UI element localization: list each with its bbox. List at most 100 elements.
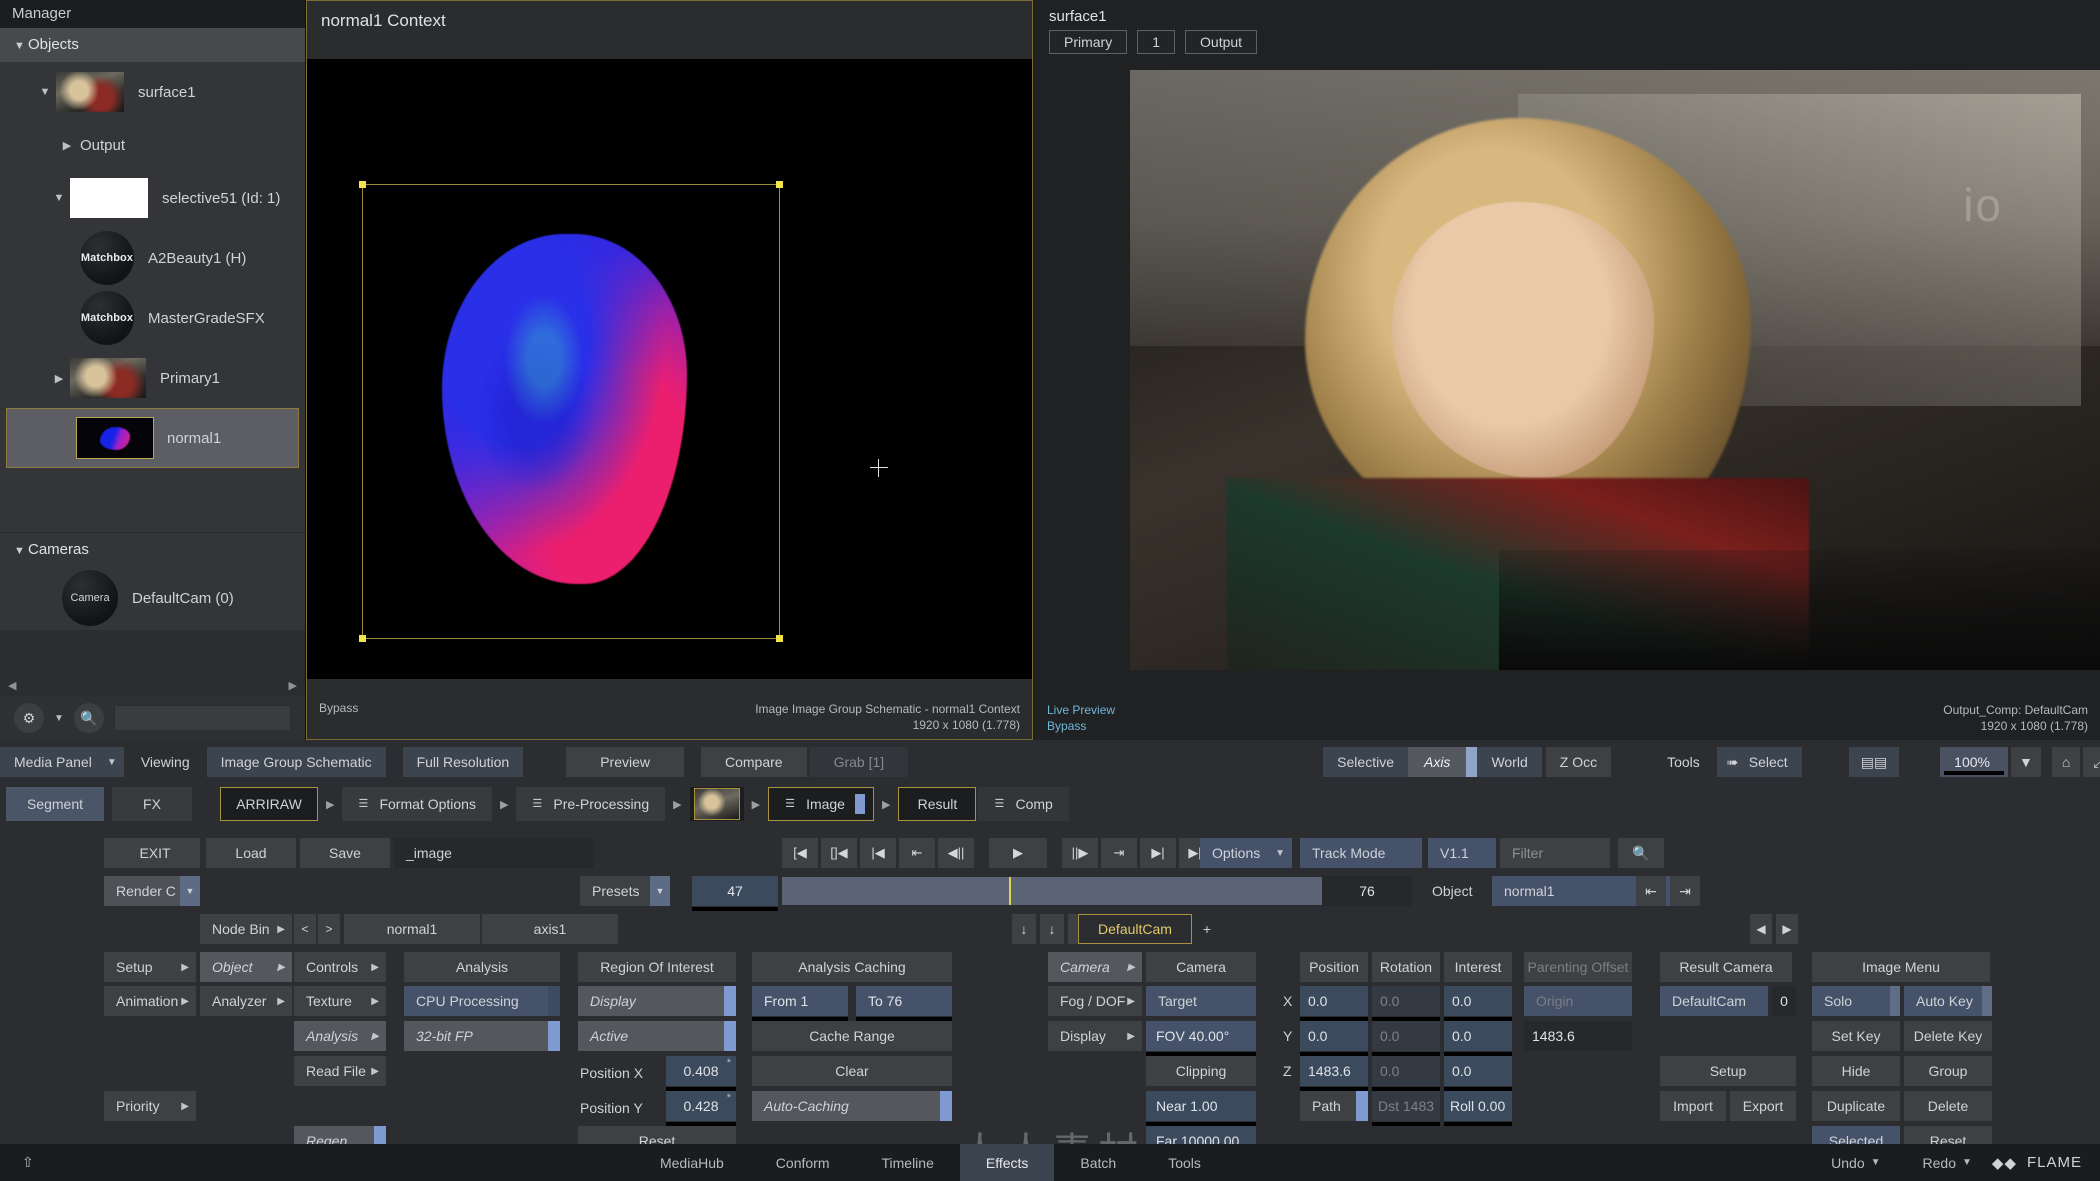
tree-item-output[interactable]: ▶ Output (0, 122, 305, 168)
axis-button[interactable]: Axis (1407, 747, 1467, 777)
search-icon[interactable]: 🔍 (1618, 838, 1664, 868)
version-field[interactable]: V1.1 (1428, 838, 1496, 868)
tree-item-a2beauty1[interactable]: Matchbox A2Beauty1 (H) (0, 228, 305, 288)
cache-clear-button[interactable]: Clear (752, 1056, 952, 1086)
camera-target-button[interactable]: Target (1146, 986, 1256, 1016)
parenting-value-field[interactable]: 1483.6 (1524, 1021, 1632, 1051)
search-icon[interactable]: 🔍 (73, 703, 104, 733)
roll-field[interactable]: Roll 0.00 (1444, 1091, 1512, 1126)
camera-menu[interactable]: Camera ▶ (1048, 952, 1142, 982)
prev-node-button[interactable]: < (294, 914, 316, 944)
z-occ-button[interactable]: Z Occ (1545, 747, 1612, 777)
rotation-y-value[interactable]: 0.0 (1372, 1021, 1440, 1056)
result-camera-setup-button[interactable]: Setup (1660, 1056, 1796, 1086)
chevron-down-icon[interactable]: ▼ (34, 86, 56, 98)
parenting-origin-button[interactable]: Origin (1524, 986, 1632, 1016)
arriraw-node[interactable]: ARRIRAW (220, 787, 318, 821)
near-field[interactable]: Near 1.00 (1146, 1091, 1256, 1126)
position-y-value[interactable]: 0.0 (1300, 1021, 1368, 1056)
rotation-x-value[interactable]: 0.0 (1372, 986, 1440, 1021)
step-back-icon[interactable]: ◀|| (938, 838, 974, 868)
layout-columns-icon[interactable]: ▤▤ (1848, 747, 1900, 777)
goto-start-icon[interactable]: ⇤ (1636, 876, 1666, 906)
render-context-dropdown[interactable]: Render C ▼ (104, 876, 200, 906)
interest-y-value[interactable]: 0.0 (1444, 1021, 1512, 1056)
current-frame-field[interactable]: 47 (692, 876, 778, 911)
dst-field[interactable]: Dst 1483 (1372, 1091, 1440, 1126)
add-tab-button[interactable]: + (1194, 914, 1220, 944)
gear-icon[interactable]: ⚙ (14, 703, 44, 733)
schematic-viewport[interactable]: normal1 Context Bypass Image Image Group… (306, 0, 1033, 740)
read-file-menu[interactable]: Read File ▶ (294, 1056, 386, 1086)
tree-item-selective51[interactable]: ▼ selective51 (Id: 1) (0, 168, 305, 228)
tree-item-mastergradesfx[interactable]: Matchbox MasterGradeSFX (0, 288, 305, 348)
cache-range-button[interactable]: Cache Range (752, 1021, 952, 1051)
analyzer-menu[interactable]: Analyzer ▶ (200, 986, 292, 1016)
tab-conform[interactable]: Conform (750, 1144, 856, 1181)
object-menu[interactable]: Object ▶ (200, 952, 292, 982)
mark-range-icon[interactable]: []◀ (821, 838, 857, 868)
setup-menu[interactable]: Setup ▶ (104, 952, 196, 982)
camera-display-menu[interactable]: Display ▶ (1048, 1021, 1142, 1051)
last-frame-icon[interactable]: ▶| (1140, 838, 1176, 868)
tab-next-button[interactable]: ▶ (1776, 914, 1798, 944)
version-button[interactable]: 1 (1137, 30, 1176, 54)
chevron-right-icon[interactable]: ▶ (56, 139, 78, 152)
preview-image[interactable]: io (1130, 70, 2100, 670)
result-camera-field[interactable]: DefaultCam (1660, 986, 1768, 1016)
controls-menu[interactable]: Controls ▶ (294, 952, 386, 982)
end-frame-field[interactable]: 76 (1322, 876, 1412, 906)
goto-end-icon[interactable]: ⇥ (1670, 876, 1700, 906)
presets-dropdown[interactable]: Presets ▼ (580, 876, 670, 906)
texture-menu[interactable]: Texture ▶ (294, 986, 386, 1016)
tree-item-surface1[interactable]: ▼ surface1 (0, 62, 305, 122)
bit-depth-toggle[interactable]: 32-bit FP (404, 1021, 560, 1051)
rotation-z-value[interactable]: 0.0 (1372, 1056, 1440, 1091)
handle-top-right[interactable] (776, 181, 783, 188)
delete-key-button[interactable]: Delete Key (1904, 1021, 1992, 1051)
chevron-down-icon[interactable]: ▼ (54, 713, 64, 724)
chevron-right-icon[interactable]: ▶ (48, 372, 70, 385)
scroll-left-icon[interactable]: ◀ (8, 679, 16, 692)
export-button[interactable]: Export (1730, 1091, 1796, 1121)
home-icon[interactable]: ⌂ (2051, 747, 2081, 777)
position-x-field[interactable]: 0.408 * (666, 1056, 736, 1091)
format-options-node[interactable]: ☰ Format Options (342, 787, 492, 821)
options-dropdown[interactable]: Options ▼ (1200, 838, 1292, 868)
image-group-schematic-button[interactable]: Image Group Schematic (206, 747, 386, 777)
playhead[interactable] (1008, 877, 1011, 905)
chevron-down-icon[interactable]: ▼ (1871, 1144, 1897, 1181)
scroll-right-icon[interactable]: ▶ (289, 679, 297, 692)
pre-processing-node[interactable]: ☰ Pre-Processing (516, 787, 666, 821)
search-input[interactable] (113, 705, 291, 731)
tree-item-defaultcam[interactable]: Camera DefaultCam (0) (0, 566, 305, 630)
auto-key-toggle[interactable]: Auto Key (1904, 986, 1992, 1016)
cache-from-field[interactable]: From 1 (752, 986, 848, 1021)
interest-z-value[interactable]: 0.0 (1444, 1056, 1512, 1091)
comp-node[interactable]: ☰ Comp (978, 787, 1069, 821)
set-key-button[interactable]: Set Key (1812, 1021, 1900, 1051)
segment-tab[interactable]: Segment (6, 787, 104, 821)
manager-horizontal-scrollbar[interactable]: ◀ ▶ (0, 674, 305, 696)
tab-prev-button[interactable]: ◀ (1750, 914, 1772, 944)
tab-batch[interactable]: Batch (1054, 1144, 1142, 1181)
tree-item-primary1[interactable]: ▶ Primary1 (0, 348, 305, 408)
cpu-processing-toggle[interactable]: CPU Processing (404, 986, 560, 1016)
import-button[interactable]: Import (1660, 1091, 1726, 1121)
clipping-button[interactable]: Clipping (1146, 1056, 1256, 1086)
chevron-down-icon[interactable]: ▼ (1962, 1144, 1992, 1181)
viewport-canvas[interactable] (307, 59, 1032, 679)
select-tool-button[interactable]: ➠ Select (1716, 747, 1802, 777)
sort-down-alt-icon[interactable]: ↓ (1040, 914, 1064, 944)
result-node[interactable]: Result (898, 787, 977, 821)
interest-x-value[interactable]: 0.0 (1444, 986, 1512, 1021)
preview-viewport[interactable]: surface1 Primary 1 Output io Live Previe… (1035, 0, 2100, 740)
handle-bottom-right[interactable] (776, 635, 783, 642)
handle-bottom-left[interactable] (359, 635, 366, 642)
auto-caching-toggle[interactable]: Auto-Caching (752, 1091, 952, 1121)
world-button[interactable]: World (1477, 747, 1542, 777)
result-camera-index[interactable]: 0 (1772, 986, 1796, 1016)
exit-button[interactable]: EXIT (110, 838, 200, 868)
chevron-down-icon[interactable]: ▼ (2010, 747, 2041, 777)
grab-button[interactable]: Grab [1] (809, 747, 909, 777)
